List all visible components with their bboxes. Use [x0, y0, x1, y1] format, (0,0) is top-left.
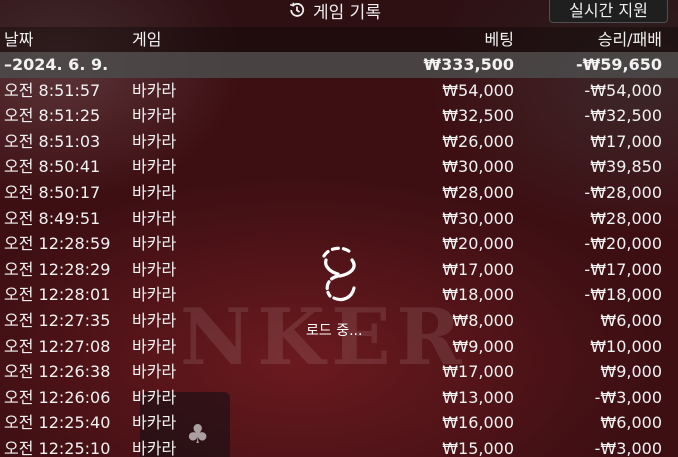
row-game: 바카라: [132, 106, 177, 126]
table-row[interactable]: 오전 8:51:57 바카라 ₩54,000 -₩54,000: [0, 78, 678, 104]
row-result: -₩17,000: [584, 259, 662, 279]
row-time: 오전 12:26:06: [4, 387, 111, 407]
row-time: 오전 8:51:03: [4, 131, 101, 151]
row-time: 오전 12:28:01: [4, 285, 111, 305]
row-time: 오전 12:28:59: [4, 234, 111, 254]
row-result: -₩20,000: [584, 234, 662, 254]
row-game: 바카라: [132, 157, 177, 177]
row-result: ₩39,850: [590, 157, 662, 177]
live-support-button[interactable]: 실시간 지원: [549, 0, 668, 23]
column-header-date[interactable]: 날짜: [4, 27, 33, 52]
row-game: 바카라: [132, 259, 177, 279]
row-game: 바카라: [132, 131, 177, 151]
row-bet: ₩20,000: [442, 234, 514, 254]
row-result: -₩32,500: [584, 106, 662, 126]
row-result: ₩6,000: [600, 310, 662, 330]
history-icon: [288, 1, 306, 19]
row-time: 오전 12:26:38: [4, 362, 111, 382]
row-bet: ₩13,000: [442, 387, 514, 407]
table-header: 날짜 게임 베팅 승리/패배: [0, 27, 678, 52]
page-title: 게임 기록: [288, 0, 381, 23]
row-bet: ₩16,000: [442, 413, 514, 433]
row-game: 바카라: [132, 438, 177, 457]
row-time: 오전 8:50:41: [4, 157, 101, 177]
loading-label: 로드 중...: [306, 323, 363, 339]
row-result: ₩10,000: [590, 336, 662, 356]
row-game: 바카라: [132, 362, 177, 382]
row-bet: ₩15,000: [442, 438, 514, 457]
row-time: 오전 8:51:25: [4, 106, 101, 126]
row-bet: ₩54,000: [442, 80, 514, 100]
row-bet: ₩26,000: [442, 131, 514, 151]
row-result: ₩17,000: [590, 131, 662, 151]
row-bet: ₩18,000: [442, 285, 514, 305]
row-time: 오전 12:25:10: [4, 438, 111, 457]
summary-date: –2024. 6. 9.: [4, 55, 109, 74]
row-game: 바카라: [132, 336, 177, 356]
column-header-result[interactable]: 승리/패배: [598, 27, 662, 52]
spinner-icon: [316, 242, 362, 304]
row-game: 바카라: [132, 182, 177, 202]
row-game: 바카라: [132, 208, 177, 228]
row-game: 바카라: [132, 413, 177, 433]
row-game: 바카라: [132, 234, 177, 254]
row-result: ₩9,000: [600, 362, 662, 382]
row-game: 바카라: [132, 80, 177, 100]
row-result: -₩54,000: [584, 80, 662, 100]
row-result: -₩28,000: [584, 182, 662, 202]
date-summary-row[interactable]: –2024. 6. 9. ₩333,500 -₩59,650: [0, 52, 678, 78]
row-time: 오전 12:27:35: [4, 310, 111, 330]
row-time: 오전 8:50:17: [4, 182, 101, 202]
row-game: 바카라: [132, 285, 177, 305]
row-bet: ₩28,000: [442, 182, 514, 202]
row-game: 바카라: [132, 387, 177, 407]
table-row[interactable]: 오전 8:49:51 바카라 ₩30,000 ₩28,000: [0, 206, 678, 232]
table-row[interactable]: 오전 8:50:17 바카라 ₩28,000 -₩28,000: [0, 180, 678, 206]
row-bet: ₩17,000: [442, 362, 514, 382]
row-game: 바카라: [132, 310, 177, 330]
row-result: -₩3,000: [594, 387, 662, 407]
row-bet: ₩30,000: [442, 208, 514, 228]
row-time: 오전 12:28:29: [4, 259, 111, 279]
row-bet: ₩30,000: [442, 157, 514, 177]
row-result: -₩3,000: [594, 438, 662, 457]
table-row[interactable]: 오전 8:51:25 바카라 ₩32,500 -₩32,500: [0, 103, 678, 129]
row-bet: ₩32,500: [442, 106, 514, 126]
table-row[interactable]: 오전 12:25:10 바카라 ₩15,000 -₩3,000: [0, 436, 678, 457]
row-result: -₩18,000: [584, 285, 662, 305]
row-time: 오전 12:27:08: [4, 336, 111, 356]
summary-result-total: -₩59,650: [575, 55, 662, 74]
table-row[interactable]: 오전 8:51:03 바카라 ₩26,000 ₩17,000: [0, 129, 678, 155]
row-result: ₩28,000: [590, 208, 662, 228]
row-result: ₩6,000: [600, 413, 662, 433]
column-header-game[interactable]: 게임: [132, 27, 161, 52]
table-row[interactable]: 오전 12:25:40 바카라 ₩16,000 ₩6,000: [0, 410, 678, 436]
summary-bet-total: ₩333,500: [423, 55, 514, 74]
table-row[interactable]: 오전 8:50:41 바카라 ₩30,000 ₩39,850: [0, 154, 678, 180]
row-time: 오전 12:25:40: [4, 413, 111, 433]
row-time: 오전 8:51:57: [4, 80, 101, 100]
table-row[interactable]: 오전 12:26:38 바카라 ₩17,000 ₩9,000: [0, 359, 678, 385]
row-time: 오전 8:49:51: [4, 208, 101, 228]
row-bet: ₩9,000: [452, 336, 514, 356]
page-title-text: 게임 기록: [313, 2, 381, 23]
column-header-bet[interactable]: 베팅: [485, 27, 514, 52]
row-bet: ₩17,000: [442, 259, 514, 279]
row-bet: ₩8,000: [452, 310, 514, 330]
table-row[interactable]: 오전 12:26:06 바카라 ₩13,000 -₩3,000: [0, 385, 678, 411]
